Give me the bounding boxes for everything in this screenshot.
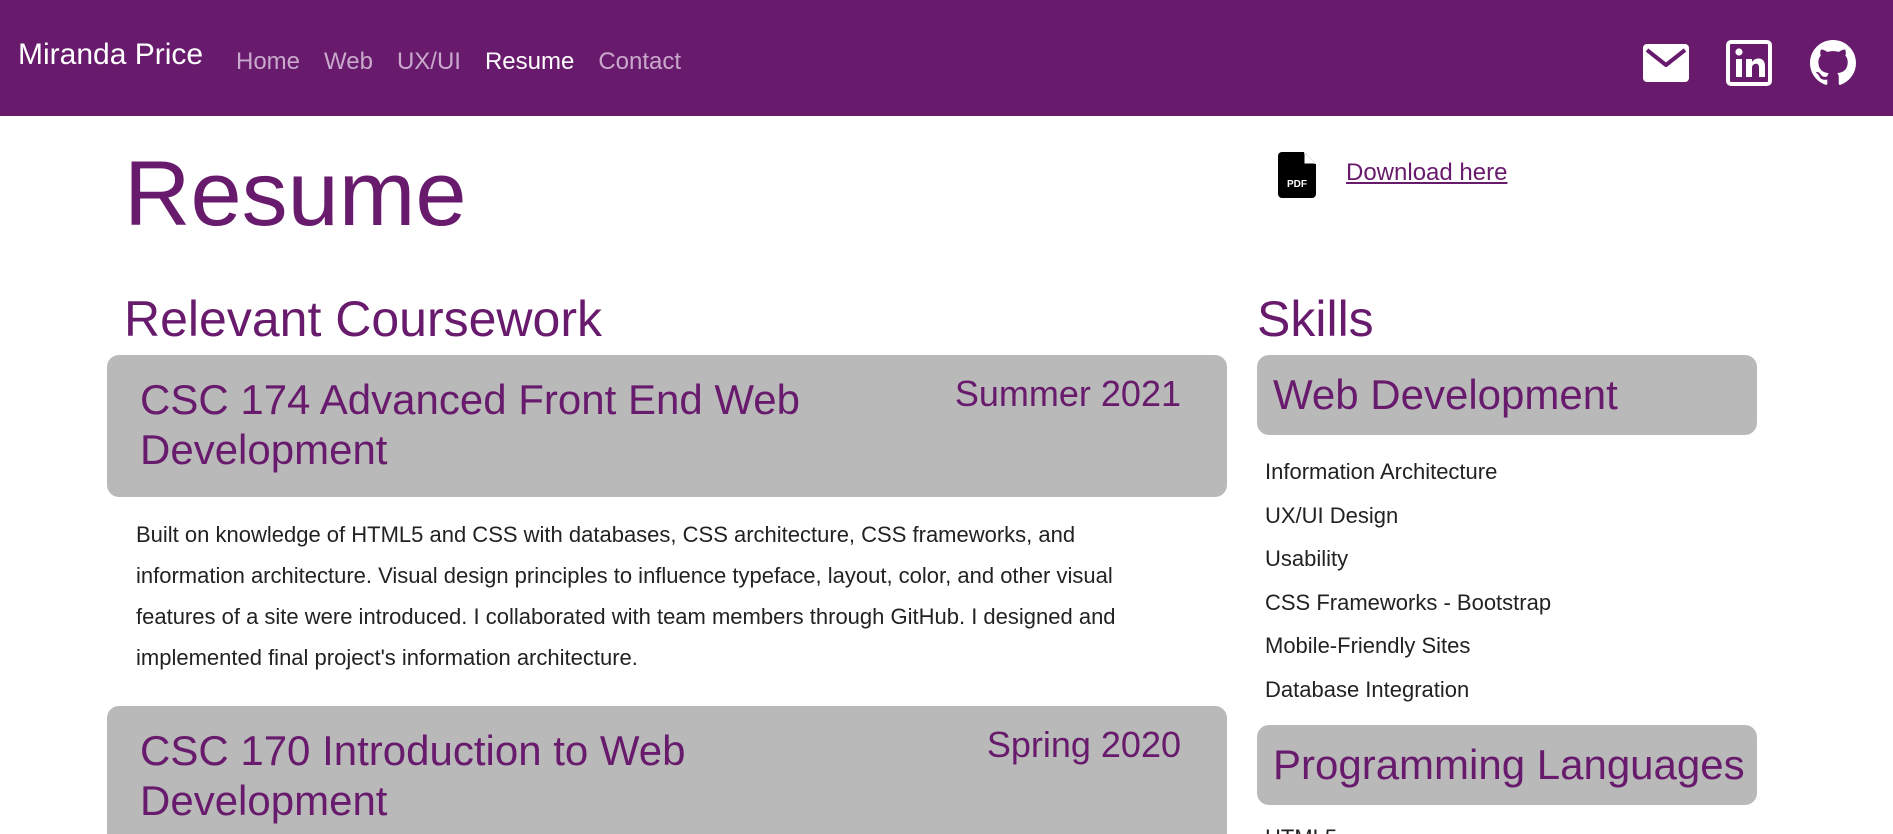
skill-list: HTML5 <box>1265 818 1337 834</box>
nav-link-uxui[interactable]: UX/UI <box>397 50 461 74</box>
skill-item: Information Architecture <box>1265 459 1498 484</box>
course-term: Spring 2020 <box>986 724 1181 765</box>
skill-group-title: Web Development <box>1273 371 1618 418</box>
nav-link-home[interactable]: Home <box>236 50 300 74</box>
course-description: Built on knowledge of HTML5 and CSS with… <box>136 522 1116 670</box>
brand-link[interactable]: Miranda Price <box>18 40 203 70</box>
pdf-file-icon[interactable]: PDF <box>1278 152 1318 198</box>
skills-heading: Skills <box>1257 291 1374 347</box>
page-title: Resume <box>124 143 467 245</box>
pdf-icon-text: PDF <box>1287 179 1307 190</box>
download-link[interactable]: Download here <box>1346 159 1507 186</box>
navbar: Miranda Price Home Web UX/UI Resume Cont… <box>0 0 1893 116</box>
nav-link-resume[interactable]: Resume <box>485 50 574 74</box>
skill-item: Usability <box>1265 546 1349 572</box>
mail-icon[interactable] <box>1642 40 1690 86</box>
skill-group-header: Programming Languages <box>1257 725 1757 805</box>
skill-item: Database Integration <box>1265 676 1470 702</box>
github-icon[interactable] <box>1810 40 1858 86</box>
nav-links: Home Web UX/UI Resume Contact <box>236 50 681 74</box>
course-title: CSC 170 Introduction to Web Development <box>140 727 686 824</box>
skill-item: UX/UI Design <box>1265 502 1399 528</box>
skill-group-header: Web Development <box>1257 355 1757 435</box>
skill-item: HTML5 <box>1265 818 1337 834</box>
skill-list: Information Architecture UX/UI Design Us… <box>1265 450 1551 712</box>
linkedin-icon[interactable] <box>1726 40 1774 86</box>
coursework-heading: Relevant Coursework <box>124 291 602 347</box>
nav-link-contact[interactable]: Contact <box>598 50 681 74</box>
skill-group-title: Programming Languages <box>1273 741 1745 788</box>
course-title: CSC 174 Advanced Front End Web Developme… <box>140 376 800 473</box>
course-card-header: CSC 170 Introduction to Web Development … <box>107 706 1227 834</box>
course-term: Summer 2021 <box>954 373 1181 414</box>
course-card-header: CSC 174 Advanced Front End Web Developme… <box>107 355 1227 497</box>
skill-item: Mobile-Friendly Sites <box>1265 633 1471 659</box>
nav-link-web[interactable]: Web <box>324 50 373 74</box>
skill-item: CSS Frameworks - Bootstrap <box>1265 589 1552 615</box>
